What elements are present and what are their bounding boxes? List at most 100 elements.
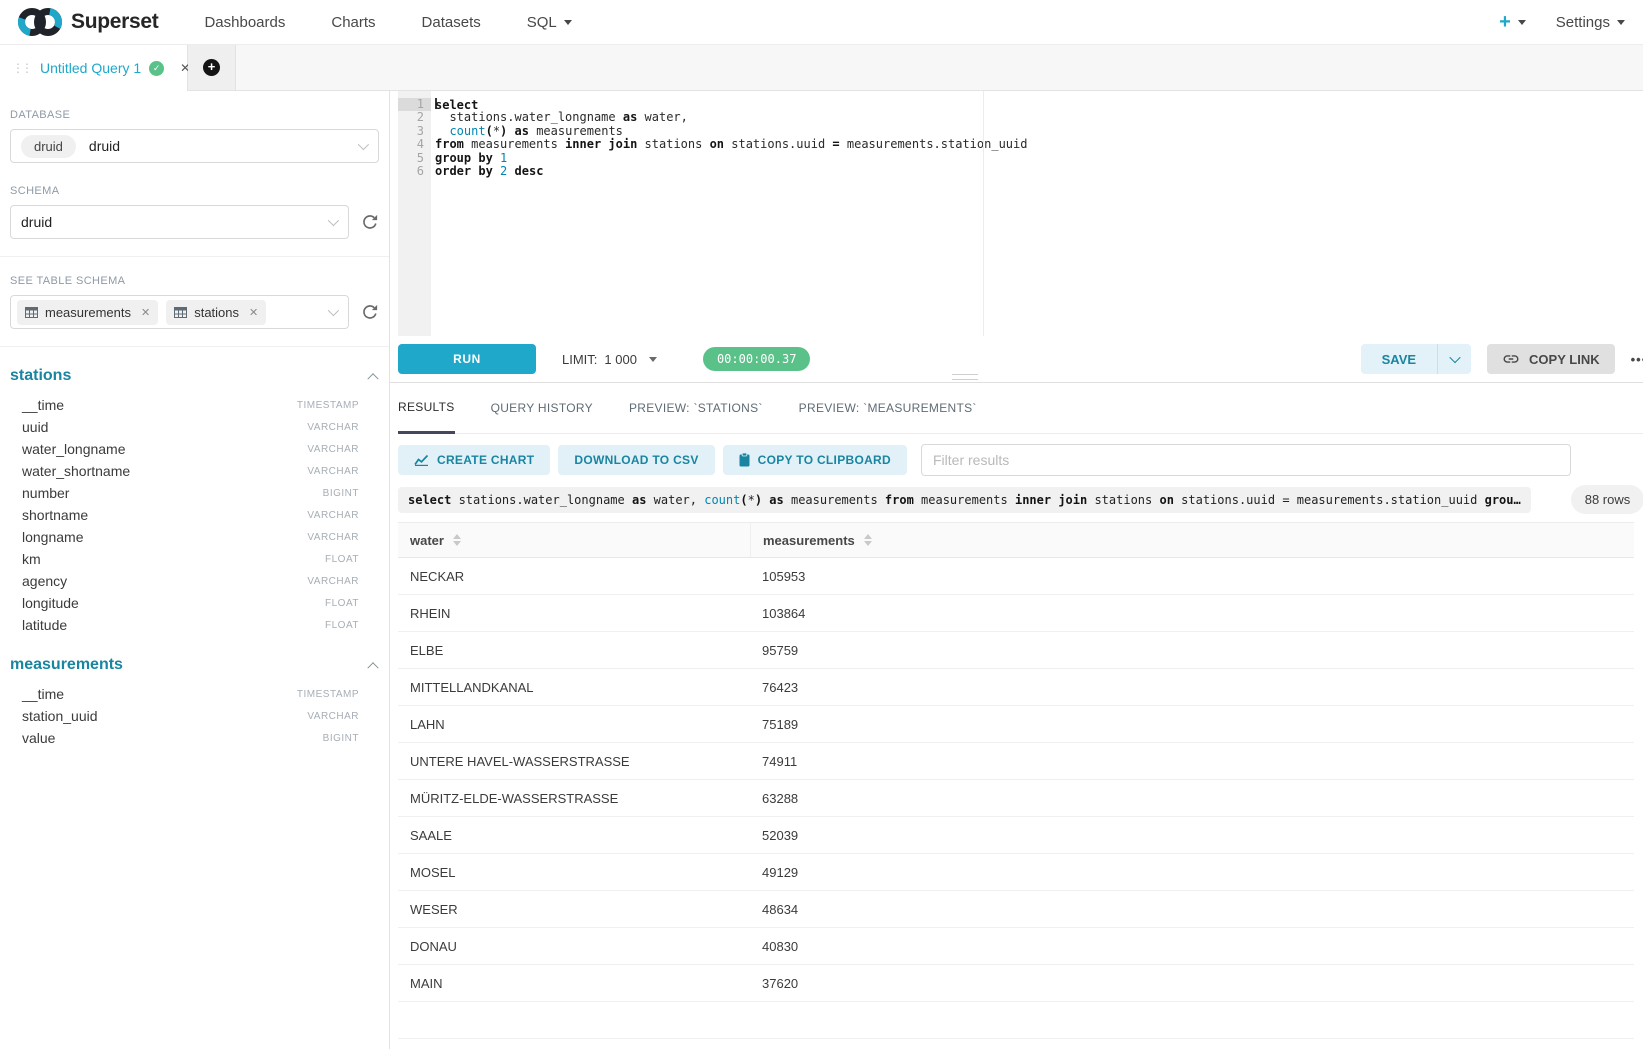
column-type: BIGINT bbox=[323, 733, 359, 744]
schema-table-header-measurements[interactable]: measurements bbox=[10, 656, 377, 674]
cell-measurements: 74911 bbox=[750, 754, 1634, 769]
table-pill-label: measurements bbox=[45, 305, 131, 320]
copy-to-clipboard-label: COPY TO CLIPBOARD bbox=[758, 453, 891, 467]
settings-label: Settings bbox=[1556, 14, 1610, 31]
create-chart-button[interactable]: CREATE CHART bbox=[398, 445, 550, 475]
results-table: water measurements NECKAR105953RHEIN1038… bbox=[398, 522, 1634, 1039]
table-row[interactable]: NECKAR105953 bbox=[398, 558, 1634, 595]
chevron-up-icon[interactable] bbox=[367, 373, 378, 384]
sort-icon[interactable] bbox=[453, 534, 461, 546]
cell-measurements: 48634 bbox=[750, 902, 1634, 917]
sql-code-line[interactable]: group by 1 bbox=[435, 152, 1027, 165]
table-row[interactable]: SAALE52039 bbox=[398, 817, 1634, 854]
nav-charts[interactable]: Charts bbox=[331, 14, 375, 31]
column-name: value bbox=[22, 730, 55, 746]
limit-dropdown[interactable]: LIMIT: 1 000 bbox=[562, 352, 657, 367]
table-row[interactable]: LAHN75189 bbox=[398, 706, 1634, 743]
chevron-down-icon bbox=[358, 139, 369, 150]
copy-link-button[interactable]: COPY LINK bbox=[1487, 344, 1615, 374]
sql-code-line[interactable]: count(*) as measurements bbox=[435, 125, 1027, 138]
filter-results-input[interactable] bbox=[921, 444, 1571, 476]
column-type: VARCHAR bbox=[307, 444, 359, 455]
column-header-water[interactable]: water bbox=[398, 523, 750, 557]
remove-table-icon[interactable]: ✕ bbox=[249, 306, 258, 319]
sql-code[interactable]: select stations.water_longname as water,… bbox=[431, 91, 1027, 336]
schema-column-row: __timeTIMESTAMP bbox=[0, 683, 389, 705]
refresh-schema-icon[interactable] bbox=[361, 213, 379, 231]
cell-water: RHEIN bbox=[398, 606, 750, 621]
table-row[interactable]: MOSEL49129 bbox=[398, 854, 1634, 891]
table-grid-icon bbox=[174, 307, 187, 318]
sql-code-line[interactable]: stations.water_longname as water, bbox=[435, 111, 1027, 124]
sql-code-line[interactable]: order by 2 desc bbox=[435, 165, 1027, 178]
superset-infinity-icon bbox=[18, 6, 62, 38]
table-schema-select[interactable]: measurements✕stations✕ bbox=[10, 295, 349, 329]
new-query-tab-button[interactable]: + bbox=[188, 45, 236, 91]
panel-resize-handle[interactable] bbox=[952, 374, 978, 380]
cell-measurements: 75189 bbox=[750, 717, 1634, 732]
schema-table-name: measurements bbox=[10, 656, 123, 674]
tab-query-history[interactable]: QUERY HISTORY bbox=[491, 383, 593, 433]
divider bbox=[0, 256, 389, 257]
download-csv-button[interactable]: DOWNLOAD TO CSV bbox=[558, 445, 714, 475]
schema-select[interactable]: druid bbox=[10, 205, 349, 239]
tab-results[interactable]: RESULTS bbox=[398, 383, 455, 434]
drag-handle-icon[interactable]: ⋮⋮ bbox=[12, 61, 30, 75]
chevron-down-icon bbox=[1449, 352, 1460, 363]
copy-link-label: COPY LINK bbox=[1529, 352, 1600, 367]
schema-table-header-stations[interactable]: stations bbox=[10, 367, 377, 385]
more-options-button[interactable]: ••• bbox=[1631, 352, 1643, 367]
sql-editor[interactable]: 123456 select stations.water_longname as… bbox=[390, 91, 1643, 336]
column-header-measurements[interactable]: measurements bbox=[750, 523, 1634, 557]
table-row[interactable]: DONAU40830 bbox=[398, 928, 1634, 965]
column-type: VARCHAR bbox=[307, 466, 359, 477]
run-button[interactable]: RUN bbox=[398, 344, 536, 374]
table-row[interactable]: MÜRITZ-ELDE-WASSERSTRASSE63288 bbox=[398, 780, 1634, 817]
refresh-tables-icon[interactable] bbox=[361, 303, 379, 321]
table-pill-measurements[interactable]: measurements ✕ bbox=[17, 300, 158, 325]
editor-gutter: 123456 bbox=[398, 91, 431, 336]
column-header-label: water bbox=[410, 533, 444, 548]
tab-preview-measurements[interactable]: PREVIEW: `MEASUREMENTS` bbox=[799, 383, 977, 433]
remove-table-icon[interactable]: ✕ bbox=[141, 306, 150, 319]
editor-toolbar: RUN LIMIT: 1 000 00:00:00.37 SAVE COPY L… bbox=[390, 336, 1643, 382]
save-options-button[interactable] bbox=[1437, 344, 1471, 374]
sql-lab-main: 123456 select stations.water_longname as… bbox=[390, 91, 1643, 1049]
column-name: __time bbox=[22, 686, 64, 702]
sql-code-line[interactable]: select bbox=[435, 98, 1027, 111]
database-value: druid bbox=[89, 138, 120, 154]
column-type: BIGINT bbox=[323, 488, 359, 499]
executed-query-preview[interactable]: select stations.water_longname as water,… bbox=[398, 487, 1531, 513]
table-row[interactable]: ELBE95759 bbox=[398, 632, 1634, 669]
nav-sql-menu[interactable]: SQL bbox=[527, 14, 572, 31]
cell-measurements: 52039 bbox=[750, 828, 1634, 843]
new-item-button[interactable]: + bbox=[1499, 12, 1526, 32]
save-button[interactable]: SAVE bbox=[1361, 344, 1437, 374]
sql-code-line[interactable]: from measurements inner join stations on… bbox=[435, 138, 1027, 151]
schema-table-name: stations bbox=[10, 367, 71, 385]
table-row[interactable]: RHEIN103864 bbox=[398, 595, 1634, 632]
table-row[interactable]: MITTELLANDKANAL76423 bbox=[398, 669, 1634, 706]
table-row[interactable]: MAIN37620 bbox=[398, 965, 1634, 1002]
sort-icon[interactable] bbox=[864, 534, 872, 546]
schema-column-row: value BIGINT bbox=[0, 727, 389, 749]
table-pill-stations[interactable]: stations✕ bbox=[166, 300, 266, 325]
link-icon bbox=[1502, 350, 1520, 368]
cell-measurements: 76423 bbox=[750, 680, 1634, 695]
superset-logo[interactable]: Superset bbox=[18, 6, 158, 38]
results-tabs: RESULTS QUERY HISTORY PREVIEW: `STATIONS… bbox=[398, 383, 1643, 434]
nav-dashboards[interactable]: Dashboards bbox=[204, 14, 285, 31]
table-row[interactable]: UNTERE HAVEL-WASSERSTRASSE74911 bbox=[398, 743, 1634, 780]
column-type: FLOAT bbox=[325, 554, 359, 565]
nav-datasets[interactable]: Datasets bbox=[422, 14, 481, 31]
schema-column-row: water_longnameVARCHAR bbox=[0, 438, 389, 460]
cell-water: MITTELLANDKANAL bbox=[398, 680, 750, 695]
print-margin-line bbox=[983, 91, 984, 336]
copy-to-clipboard-button[interactable]: COPY TO CLIPBOARD bbox=[723, 445, 907, 475]
tab-preview-stations[interactable]: PREVIEW: `STATIONS` bbox=[629, 383, 763, 433]
database-select[interactable]: druid druid bbox=[10, 129, 379, 163]
table-row[interactable]: WESER48634 bbox=[398, 891, 1634, 928]
settings-menu[interactable]: Settings bbox=[1556, 14, 1625, 31]
chevron-up-icon[interactable] bbox=[367, 662, 378, 673]
tab-untitled-query[interactable]: ⋮⋮ Untitled Query 1 ✓ ✕ bbox=[0, 45, 188, 91]
